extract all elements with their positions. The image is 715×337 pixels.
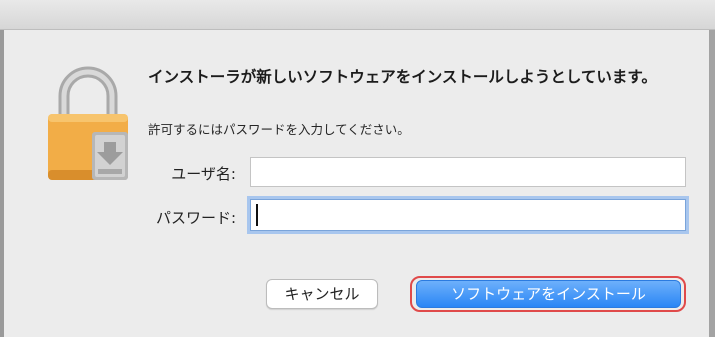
text-caret bbox=[256, 204, 258, 226]
background-window-edge-right bbox=[709, 30, 715, 337]
username-label: ユーザ名: bbox=[171, 165, 236, 183]
username-field[interactable] bbox=[250, 157, 686, 187]
dialog-subtitle: 許可するにはパスワードを入力してください。 bbox=[148, 122, 410, 137]
dialog-title: インストーラが新しいソフトウェアをインストールしようとしています。 bbox=[148, 68, 657, 86]
install-software-button[interactable]: ソフトウェアをインストール bbox=[416, 280, 681, 308]
cancel-button[interactable]: キャンセル bbox=[266, 279, 378, 309]
password-label: パスワード: bbox=[155, 209, 236, 227]
authentication-dialog: インストーラが新しいソフトウェアをインストールしようとしています。 許可するには… bbox=[4, 30, 709, 337]
password-field[interactable] bbox=[250, 199, 686, 231]
lock-icon bbox=[48, 66, 128, 180]
window-titlebar bbox=[0, 0, 715, 30]
